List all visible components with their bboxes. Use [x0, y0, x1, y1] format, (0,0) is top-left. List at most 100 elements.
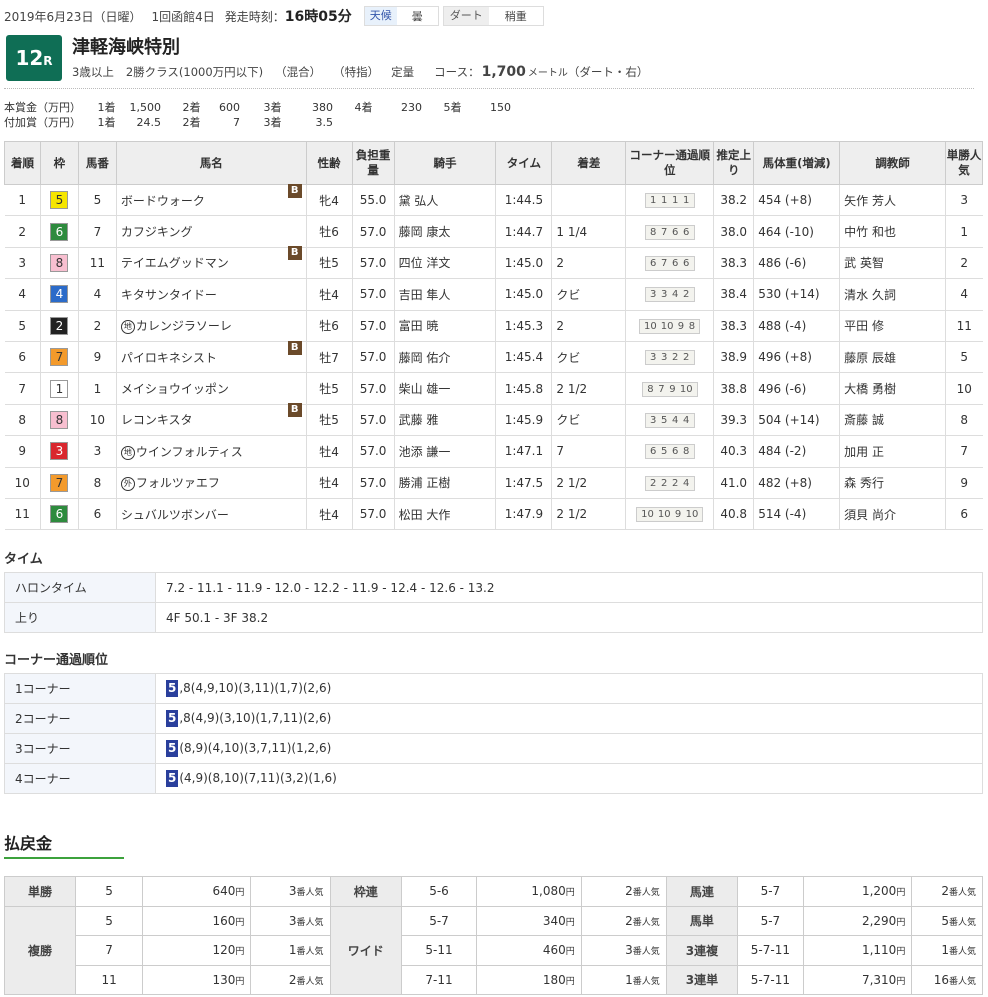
- trainer-link[interactable]: 大橋 勇樹: [839, 372, 946, 405]
- corner-value: 5 (4,9)(8,10)(7,11)(3,2)(1,6): [155, 763, 983, 794]
- jockey-link[interactable]: 四位 洋文: [394, 246, 497, 280]
- jockey-link[interactable]: 松田 大作: [394, 497, 497, 531]
- jockey-link[interactable]: 柴山 雄一: [394, 372, 497, 405]
- corner-value: 5 (8,9)(4,10)(3,7,11)(1,2,6): [155, 733, 983, 764]
- sex-age: 牡5: [306, 246, 353, 280]
- trainer-link[interactable]: 清水 久詞: [839, 278, 946, 311]
- last-3f: 38.3: [713, 246, 755, 280]
- corner-position: 1: [672, 195, 679, 207]
- col-time[interactable]: タイム: [495, 141, 553, 185]
- agari-value: 4F 50.1 - 3F 38.2: [155, 602, 983, 633]
- horse-name-link[interactable]: シュバルツボンバー: [121, 506, 229, 523]
- corner-position: 5: [661, 414, 668, 426]
- horse-name-link[interactable]: カフジキング: [121, 223, 193, 240]
- col-horse-name[interactable]: 馬名: [115, 141, 307, 185]
- trainer-link[interactable]: 中竹 和也: [839, 215, 946, 248]
- horse-number: 3: [78, 435, 117, 468]
- waku-badge: 5: [50, 191, 69, 210]
- corner-position: 10: [685, 509, 699, 521]
- jockey-link[interactable]: 藤岡 康太: [394, 215, 497, 248]
- payout-row: 7 120円 1番人気 5-11 460円 3番人気 3連複 5-7-11 1,…: [5, 935, 983, 966]
- jockey-link[interactable]: 武藤 雅: [394, 403, 497, 437]
- waku-badge: 1: [50, 379, 69, 398]
- horse-name-link[interactable]: ボードウォーク: [121, 192, 205, 209]
- time-table: ハロンタイム 7.2 - 11.1 - 11.9 - 12.0 - 12.2 -…: [4, 572, 983, 633]
- pop-unit: 番人気: [948, 947, 976, 958]
- corner-order-box: 3544: [644, 412, 695, 428]
- payout-title: 払戻金: [4, 834, 53, 853]
- finish-position: 5: [4, 309, 41, 342]
- prize-added: 付加賞（万円） 1着 24.5 2着 7 3着 3.5: [4, 114, 333, 130]
- corner-position: 6: [672, 257, 679, 269]
- margin: 1 1/4: [551, 215, 627, 248]
- result-row: 6 7 9 パイロキネシスト B 牡7 57.0 藤岡 佑介 1:45.4 クビ 3 3 2 2 38.9 4…: [4, 340, 983, 374]
- corner-position: 3: [661, 289, 668, 301]
- prize-place: 3着: [263, 101, 282, 114]
- col-corner-order[interactable]: コーナー通過順位: [625, 141, 715, 185]
- trainer-link[interactable]: 武 英智: [839, 246, 946, 280]
- jockey-link[interactable]: 藤岡 佑介: [394, 340, 497, 374]
- results-header-row: 着順 枠 馬番 馬名 性齢 負担重量 騎手 タイム 着差 コーナー通過順位 推定…: [4, 141, 984, 185]
- col-weight-carried[interactable]: 負担重量: [351, 141, 395, 185]
- horse-name-link[interactable]: キタサンタイドー: [121, 286, 217, 303]
- popularity: 3: [945, 183, 983, 217]
- horse-name-link[interactable]: ウインフォルティス: [136, 443, 243, 460]
- trainer-link[interactable]: 須貝 尚介: [839, 497, 946, 531]
- horse-name-cell: テイエムグッドマン B: [116, 246, 307, 280]
- sex-age: 牡5: [306, 403, 353, 437]
- amount-value: 1,200: [861, 884, 897, 899]
- corner-order-cell: 3322: [625, 340, 715, 374]
- jockey-link[interactable]: 池添 謙一: [394, 435, 497, 468]
- horse-name-cell: シュバルツボンバー: [116, 497, 307, 531]
- amount-value: 340: [542, 913, 566, 928]
- col-waku[interactable]: 枠: [39, 141, 79, 185]
- jockey-link[interactable]: 勝浦 正樹: [394, 466, 497, 499]
- col-position[interactable]: 着順: [4, 141, 41, 185]
- corner-position: 4: [683, 477, 690, 489]
- body-weight: 464 (-10): [753, 215, 841, 248]
- trainer-link[interactable]: 斎藤 誠: [839, 403, 946, 437]
- pop-unit: 番人気: [632, 976, 660, 987]
- pop-unit: 番人気: [632, 947, 660, 958]
- col-margin[interactable]: 着差: [551, 141, 627, 185]
- trainer-link[interactable]: 加用 正: [839, 435, 946, 468]
- course-detail: （ダート・右）: [567, 65, 649, 79]
- corner-position: 6: [650, 446, 657, 458]
- margin: 7: [551, 435, 627, 468]
- col-trainer[interactable]: 調教師: [839, 141, 946, 185]
- waku-cell: 7: [40, 466, 79, 499]
- trainer-link[interactable]: 藤原 辰雄: [839, 340, 946, 374]
- trainer-link[interactable]: 森 秀行: [839, 466, 946, 499]
- col-sex-age[interactable]: 性齢: [305, 141, 353, 185]
- course-label: コース：: [434, 65, 480, 79]
- corner-order-cell: 6766: [625, 246, 715, 280]
- amount-value: 180: [542, 972, 566, 987]
- corner-section-title: コーナー通過順位: [4, 653, 109, 668]
- course-distance: 1,700: [481, 64, 526, 80]
- corner-label: 4コーナー: [4, 763, 156, 794]
- jockey-link[interactable]: 黛 弘人: [394, 183, 497, 217]
- agari-label: 上り: [4, 602, 156, 633]
- horse-name-link[interactable]: メイショウイッポン: [121, 380, 229, 397]
- jockey-link[interactable]: 富田 暁: [394, 309, 497, 342]
- margin: 2 1/2: [551, 497, 627, 531]
- horse-name-link[interactable]: フォルツァエフ: [136, 474, 220, 491]
- corner-order-box: 3322: [644, 350, 695, 366]
- trainer-link[interactable]: 矢作 芳人: [839, 183, 946, 217]
- col-body-weight[interactable]: 馬体重(増減): [753, 141, 841, 185]
- horse-name-link[interactable]: レコンキスタ: [121, 411, 193, 428]
- horse-number: 5: [78, 183, 117, 217]
- col-jockey[interactable]: 騎手: [393, 141, 497, 185]
- horse-name-link[interactable]: パイロキネシスト: [121, 349, 217, 366]
- wide-popularity: 2番人気: [580, 905, 667, 936]
- col-popularity[interactable]: 単勝人気: [944, 141, 984, 185]
- jockey-link[interactable]: 吉田 隼人: [394, 278, 497, 311]
- horse-name-link[interactable]: カレンジラソーレ: [136, 317, 232, 334]
- trainer-link[interactable]: 平田 修: [839, 309, 946, 342]
- horse-name-link[interactable]: テイエムグッドマン: [121, 254, 229, 271]
- corner-row: 2コーナー 5,8(4,9)(3,10)(1,7,11)(2,6): [4, 703, 983, 734]
- col-last-3f[interactable]: 推定上り: [713, 141, 755, 185]
- col-number[interactable]: 馬番: [77, 141, 117, 185]
- wakuren-number: 5-6: [400, 876, 478, 907]
- prize-place: 4着: [354, 101, 373, 114]
